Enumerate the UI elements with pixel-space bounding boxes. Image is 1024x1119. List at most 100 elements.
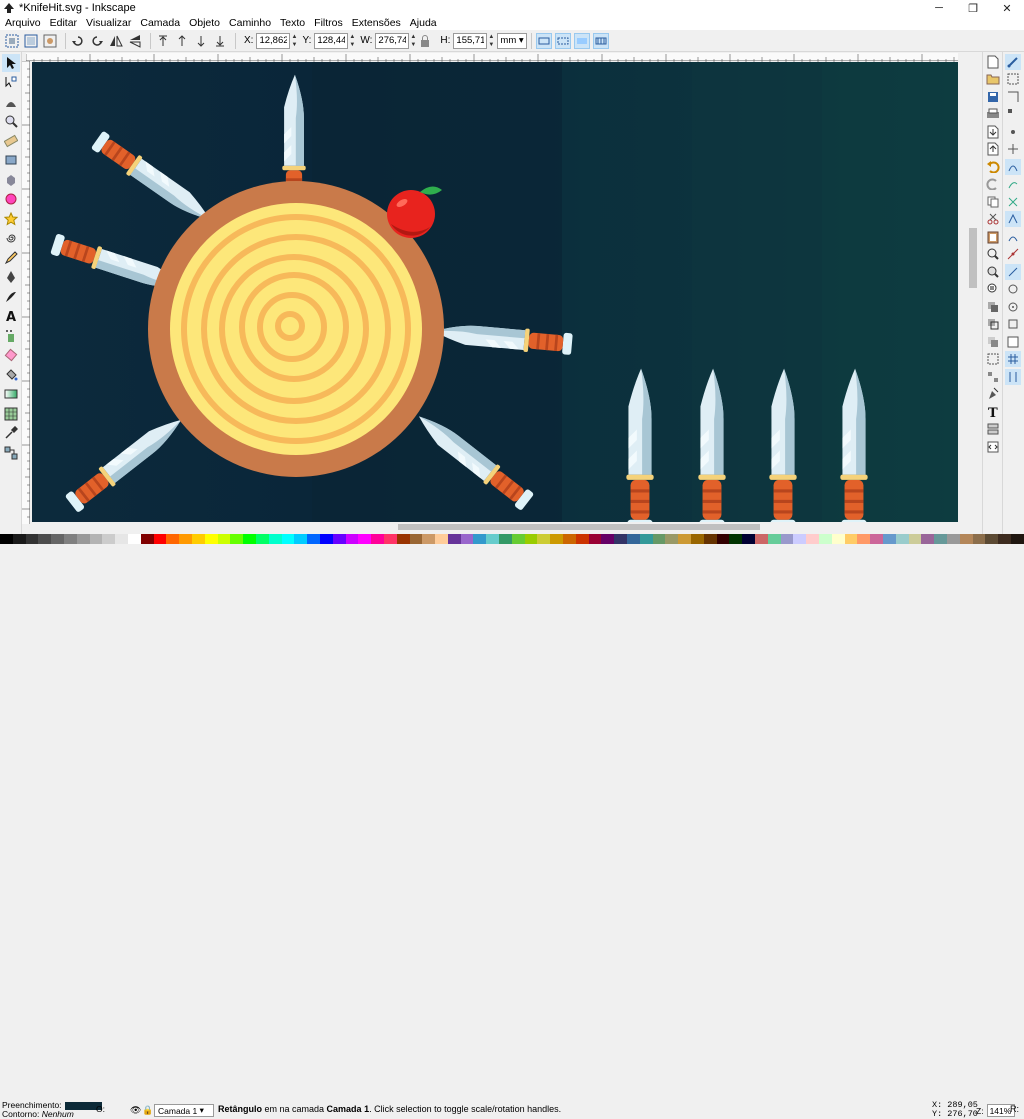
zoom-control[interactable]: Z: 141%	[976, 1104, 1015, 1117]
artwork[interactable]	[32, 62, 958, 522]
dropper-tool-icon[interactable]	[2, 424, 20, 442]
maximize-button[interactable]: ❐	[956, 0, 990, 16]
palette-swatch[interactable]	[729, 534, 743, 544]
palette-swatch[interactable]	[806, 534, 819, 544]
palette-swatch[interactable]	[588, 534, 602, 544]
x-input[interactable]	[256, 32, 291, 49]
eraser-tool-icon[interactable]	[2, 346, 20, 364]
deselect-icon[interactable]	[42, 33, 58, 49]
snap-bbox-edges-icon[interactable]	[1005, 89, 1021, 105]
palette-swatch[interactable]	[396, 534, 410, 544]
horizontal-ruler[interactable]	[25, 53, 958, 62]
y-spinbox[interactable]: ▲▼	[314, 32, 356, 49]
palette-swatch[interactable]	[908, 534, 922, 544]
palette-swatch[interactable]	[89, 534, 103, 544]
snap-centers-icon[interactable]	[1005, 281, 1021, 297]
palette-swatch[interactable]	[921, 534, 935, 544]
palette-swatch[interactable]	[972, 534, 986, 544]
lock-layer-icon[interactable]: 🔒	[142, 1105, 153, 1116]
xml-editor-icon[interactable]	[985, 439, 1001, 455]
palette-swatch[interactable]	[767, 534, 781, 544]
palette-swatch[interactable]	[12, 534, 26, 544]
snap-nodes-icon[interactable]	[1005, 158, 1021, 175]
h-spinbox[interactable]: ▲▼	[453, 32, 495, 49]
palette-swatch[interactable]	[793, 534, 807, 544]
palette-swatch[interactable]	[51, 534, 64, 544]
palette-swatch[interactable]	[550, 534, 564, 544]
palette-swatch[interactable]	[627, 534, 640, 544]
calligraphy-tool-icon[interactable]	[2, 288, 20, 306]
palette-swatch[interactable]	[563, 534, 576, 544]
ellipse-tool-icon[interactable]	[2, 190, 20, 208]
palette-swatch[interactable]	[473, 534, 487, 544]
color-palette[interactable]	[0, 534, 1024, 544]
opacity-control[interactable]: O:	[96, 1104, 105, 1114]
palette-swatch[interactable]	[575, 534, 589, 544]
snap-rotation-centers-icon[interactable]	[1005, 299, 1021, 315]
palette-swatch[interactable]	[614, 534, 628, 544]
palette-swatch[interactable]	[537, 534, 551, 544]
menu-objeto[interactable]: Objeto	[189, 17, 220, 29]
palette-swatch[interactable]	[716, 534, 730, 544]
redo-icon[interactable]	[985, 176, 1001, 192]
palette-swatch[interactable]	[1010, 534, 1024, 544]
lock-icon[interactable]	[417, 33, 433, 49]
vertical-scrollbar[interactable]	[966, 62, 980, 522]
measure-tool-icon[interactable]	[2, 132, 20, 150]
fill-stroke-indicator[interactable]: Preenchimento: Contorno: Nenhum	[2, 1101, 102, 1119]
palette-swatch[interactable]	[959, 534, 973, 544]
fill-stroke-icon[interactable]	[985, 386, 1001, 402]
clone-icon[interactable]	[985, 316, 1001, 332]
palette-swatch[interactable]	[691, 534, 704, 544]
horizontal-scroll-thumb[interactable]	[398, 524, 760, 530]
menu-camada[interactable]: Camada	[140, 17, 180, 29]
palette-swatch[interactable]	[0, 534, 13, 544]
selector-tool-icon[interactable]	[2, 53, 20, 72]
snap-line-midpoints-icon[interactable]	[1005, 246, 1021, 262]
menu-filtros[interactable]: Filtros	[314, 17, 343, 29]
select-all-icon[interactable]	[4, 33, 20, 49]
menu-arquivo[interactable]: Arquivo	[5, 17, 41, 29]
palette-swatch[interactable]	[38, 534, 52, 544]
h-input[interactable]	[453, 32, 488, 49]
snap-bbox-corners-icon[interactable]	[1005, 106, 1021, 122]
palette-swatch[interactable]	[166, 534, 180, 544]
connector-tool-icon[interactable]	[2, 444, 20, 462]
layer-select[interactable]: Camada 1 ▾	[154, 1104, 214, 1117]
paint-bucket-tool-icon[interactable]	[2, 366, 20, 384]
horizontal-scrollbar[interactable]	[32, 522, 958, 532]
snap-bbox-midpoints-icon[interactable]	[1005, 124, 1021, 140]
palette-swatch[interactable]	[307, 534, 320, 544]
w-input[interactable]	[375, 32, 410, 49]
vertical-scroll-thumb[interactable]	[969, 228, 977, 288]
palette-swatch[interactable]	[524, 534, 538, 544]
w-spin-arrows[interactable]: ▲ ▼	[409, 33, 417, 49]
snap-grid-icon[interactable]	[1005, 351, 1021, 367]
palette-swatch[interactable]	[204, 534, 218, 544]
snap-bbox-centers-icon[interactable]	[1005, 141, 1021, 157]
stroke-value[interactable]: Nenhum	[42, 1110, 74, 1119]
palette-swatch[interactable]	[844, 534, 858, 544]
raise-to-top-icon[interactable]	[155, 33, 171, 49]
rotate-cw-icon[interactable]	[89, 33, 105, 49]
unit-select[interactable]: mm ▾	[497, 32, 527, 49]
palette-swatch[interactable]	[435, 534, 448, 544]
h-spin-arrows[interactable]: ▲ ▼	[487, 33, 495, 49]
duplicate-icon[interactable]	[985, 299, 1001, 315]
spray-tool-icon[interactable]	[2, 327, 20, 345]
palette-swatch[interactable]	[383, 534, 397, 544]
star-tool-icon[interactable]	[2, 210, 20, 228]
3d-box-tool-icon[interactable]	[2, 171, 20, 189]
palette-swatch[interactable]	[831, 534, 845, 544]
palette-swatch[interactable]	[127, 534, 141, 544]
palette-swatch[interactable]	[25, 534, 39, 544]
snap-guides-icon[interactable]	[1005, 368, 1021, 385]
palette-swatch[interactable]	[191, 534, 205, 544]
spiral-tool-icon[interactable]	[2, 229, 20, 247]
snap-paths-icon[interactable]	[1005, 176, 1021, 192]
palette-swatch[interactable]	[102, 534, 116, 544]
palette-swatch[interactable]	[409, 534, 423, 544]
palette-swatch[interactable]	[319, 534, 333, 544]
eye-visibility-icon[interactable]: 👁	[130, 1105, 141, 1116]
palette-swatch[interactable]	[985, 534, 999, 544]
